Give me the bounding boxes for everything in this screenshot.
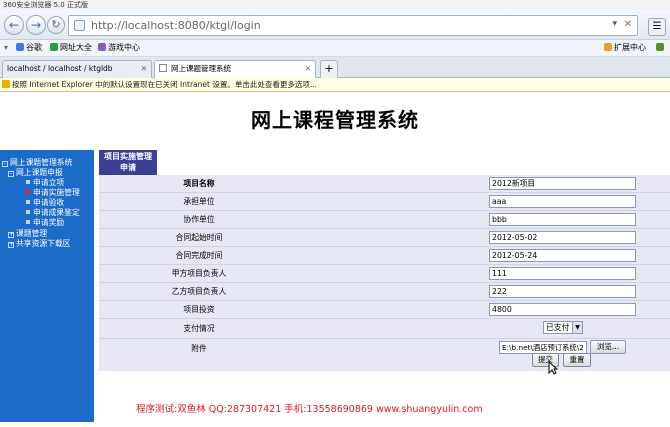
- form-row: 乙方项目负责人 222: [99, 283, 670, 301]
- footer-credit: 程序测试:双鱼林 QQ:287307421 手机:13558690869 www…: [136, 404, 483, 415]
- undertaking-unit-input[interactable]: aaa: [489, 195, 636, 208]
- game-icon: [98, 43, 106, 51]
- sidebar-item-approve[interactable]: 申请立项: [26, 178, 64, 188]
- address-bar[interactable]: http://localhost:8080/ktgl/login ▾ ✕: [68, 15, 638, 36]
- window-title: 360安全浏览器 5.0 正式版: [0, 0, 670, 10]
- form-row: 项目投资 4800: [99, 301, 670, 319]
- contract-end-input[interactable]: 2012-05-24: [489, 249, 636, 262]
- document-icon: [26, 210, 30, 214]
- close-tab-icon[interactable]: ✕: [141, 61, 147, 77]
- party-b-leader-input[interactable]: 222: [489, 285, 636, 298]
- sidebar-item-topic-mgmt[interactable]: + 课题管理: [8, 229, 47, 239]
- menu-icon[interactable]: ☰: [648, 18, 666, 36]
- google-icon: [16, 43, 24, 51]
- sidebar-item-root[interactable]: - 网上课题管理系统: [2, 158, 72, 168]
- chevron-down-icon[interactable]: ▾: [612, 19, 617, 29]
- sidebar-item-implementation[interactable]: 申请实施管理: [26, 188, 80, 198]
- reset-button[interactable]: 重置: [563, 353, 591, 367]
- back-icon[interactable]: ←: [4, 15, 24, 35]
- sidebar-item-acceptance[interactable]: 申请验收: [26, 198, 64, 208]
- mouse-cursor-icon: [548, 361, 558, 375]
- investment-input[interactable]: 4800: [489, 303, 636, 316]
- tab-strip: localhost / localhost / ktgldb ✕ 网上课题管理系统…: [0, 57, 670, 78]
- sidebar-item-apply[interactable]: - 网上课题申报: [8, 168, 63, 178]
- sidebar-item-downloads[interactable]: + 共享资源下载区: [8, 239, 71, 249]
- browse-button[interactable]: 浏览...: [590, 340, 626, 354]
- form-row: 合同起始时间 2012-05-02: [99, 229, 670, 247]
- document-icon: [26, 190, 30, 194]
- tab-phpmyadmin[interactable]: localhost / localhost / ktgldb ✕: [2, 60, 152, 78]
- collapse-icon[interactable]: -: [8, 171, 14, 177]
- contract-start-input[interactable]: 2012-05-02: [489, 231, 636, 244]
- url-text: http://localhost:8080/ktgl/login: [91, 19, 261, 32]
- forward-icon[interactable]: →: [26, 15, 46, 35]
- favorite-games[interactable]: 游戏中心: [98, 40, 140, 56]
- form-row: 支付情况 已支付 ▼: [99, 319, 670, 339]
- favorite-sites[interactable]: 网址大全: [50, 40, 92, 56]
- navigation-bar: ← → ↻ http://localhost:8080/ktgl/login ▾…: [0, 10, 670, 40]
- page-icon: [74, 20, 85, 31]
- close-tab-icon[interactable]: ✕: [305, 61, 311, 77]
- document-icon: [26, 220, 30, 224]
- expand-icon[interactable]: +: [8, 232, 14, 238]
- chevron-down-icon: ▼: [572, 322, 582, 333]
- collapse-icon[interactable]: -: [2, 161, 8, 167]
- form-row: 合同完成时间 2012-05-24: [99, 247, 670, 265]
- tab-active[interactable]: 网上课题管理系统 ✕: [154, 60, 316, 78]
- sidebar: - 网上课题管理系统 - 网上课题申报 申请立项 申请实施管理 申请验收 申请成果鉴…: [0, 150, 94, 422]
- sidebar-item-award[interactable]: 申请奖励: [26, 218, 64, 228]
- page-title: 网上课程管理系统: [251, 108, 419, 132]
- security-infobar[interactable]: 按照 Internet Explorer 中的默认设置现在已关闭 Intrane…: [0, 78, 670, 92]
- form-header: 项目实施管理 申请: [99, 150, 157, 175]
- party-a-leader-input[interactable]: 111: [489, 267, 636, 280]
- extension-icon: [604, 43, 612, 51]
- document-icon: [26, 180, 30, 184]
- page-icon: [159, 64, 167, 72]
- extension-center[interactable]: 扩展中心: [604, 40, 646, 56]
- form-row: 项目名称 2012新项目: [99, 175, 670, 193]
- globe-icon: [50, 43, 58, 51]
- document-icon: [26, 200, 30, 204]
- favorite-google[interactable]: 谷歌: [16, 40, 42, 56]
- cooperating-unit-input[interactable]: bbb: [489, 213, 636, 226]
- favorites-star-icon[interactable]: ▾: [4, 40, 8, 56]
- warning-icon: [2, 80, 10, 88]
- form-table: 项目名称 2012新项目 承担单位 aaa 协作单位 bbb 合同起始时间 2012-0…: [99, 175, 670, 371]
- favorites-bar: ▾ 谷歌 网址大全 游戏中心 扩展中心: [0, 40, 670, 57]
- form-row: 协作单位 bbb: [99, 211, 670, 229]
- form-row: 甲方项目负责人 111: [99, 265, 670, 283]
- close-icon[interactable]: ✕: [624, 19, 632, 30]
- payment-status-select[interactable]: 已支付 ▼: [543, 321, 583, 334]
- new-tab-button[interactable]: +: [320, 60, 338, 78]
- sidebar-item-appraisal[interactable]: 申请成果鉴定: [26, 208, 80, 218]
- project-name-input[interactable]: 2012新项目: [489, 177, 636, 190]
- expand-icon[interactable]: +: [8, 242, 14, 248]
- refresh-icon[interactable]: ↻: [47, 16, 65, 34]
- more-icon[interactable]: [656, 40, 666, 56]
- form-row: 承担单位 aaa: [99, 193, 670, 211]
